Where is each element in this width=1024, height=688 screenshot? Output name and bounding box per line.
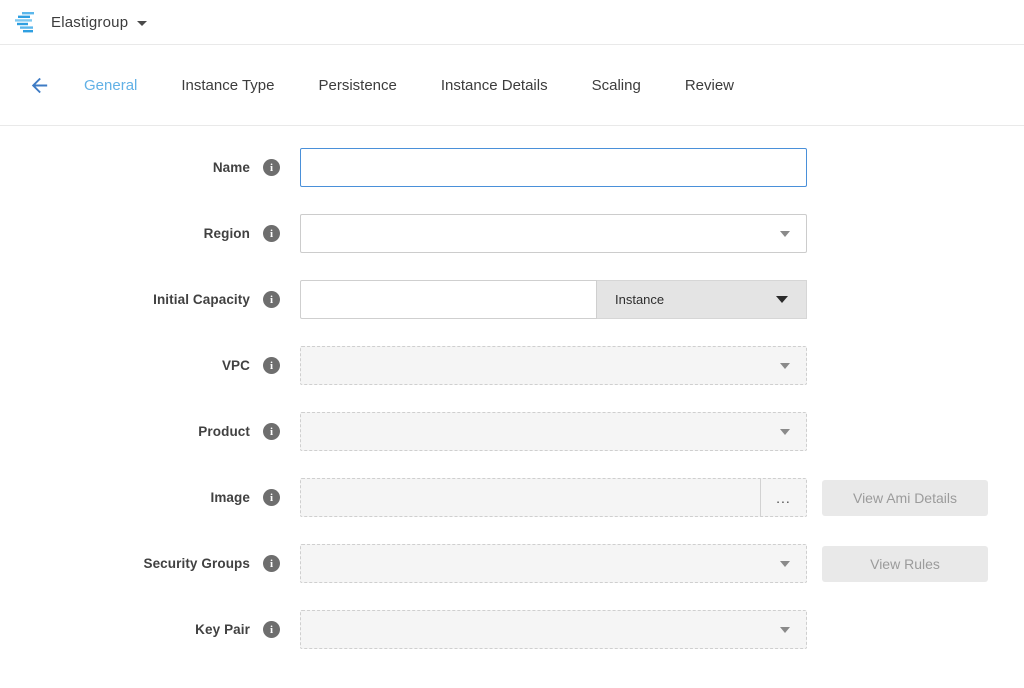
vpc-info-icon[interactable]: i	[263, 357, 280, 374]
wizard-tabs: General Instance Type Persistence Instan…	[84, 77, 778, 94]
vpc-select	[300, 346, 807, 385]
region-select[interactable]	[300, 214, 807, 253]
vpc-label: VPC	[0, 358, 250, 373]
key-pair-info-icon[interactable]: i	[263, 621, 280, 638]
tab-instance-details[interactable]: Instance Details	[441, 77, 548, 94]
tab-scaling[interactable]: Scaling	[592, 77, 641, 94]
name-input[interactable]	[300, 148, 807, 187]
top-bar: Elastigroup	[0, 0, 1024, 45]
back-arrow-icon	[28, 74, 51, 97]
elastigroup-logo-icon	[14, 11, 40, 33]
chevron-down-icon	[780, 363, 790, 369]
image-label: Image	[0, 490, 250, 505]
initial-capacity-label: Initial Capacity	[0, 292, 250, 307]
name-info-icon[interactable]: i	[263, 159, 280, 176]
image-input-value	[301, 479, 760, 516]
initial-capacity-info-icon[interactable]: i	[263, 291, 280, 308]
form-row-image: Image i ... View Ami Details	[0, 478, 1024, 517]
wizard-tab-bar: General Instance Type Persistence Instan…	[0, 45, 1024, 126]
tab-general[interactable]: General	[84, 77, 137, 94]
tab-review[interactable]: Review	[685, 77, 734, 94]
key-pair-select	[300, 610, 807, 649]
product-info-icon[interactable]: i	[263, 423, 280, 440]
form-row-name: Name i	[0, 148, 1024, 187]
view-ami-details-button[interactable]: View Ami Details	[822, 480, 988, 516]
initial-capacity-input[interactable]	[300, 280, 597, 319]
chevron-down-icon	[780, 231, 790, 237]
view-rules-button[interactable]: View Rules	[822, 546, 988, 582]
form-row-key-pair: Key Pair i	[0, 610, 1024, 649]
security-groups-select	[300, 544, 807, 583]
name-label: Name	[0, 160, 250, 175]
app-switcher-caret-icon[interactable]	[137, 21, 147, 26]
form-row-initial-capacity: Initial Capacity i Instance	[0, 280, 1024, 319]
chevron-down-icon	[780, 561, 790, 567]
product-select	[300, 412, 807, 451]
chevron-down-icon	[776, 296, 788, 303]
form-row-vpc: VPC i	[0, 346, 1024, 385]
image-input: ...	[300, 478, 807, 517]
image-info-icon[interactable]: i	[263, 489, 280, 506]
general-form: Name i Region i Initial Capacity i Insta…	[0, 126, 1024, 649]
chevron-down-icon	[780, 627, 790, 633]
capacity-unit-value: Instance	[615, 292, 776, 307]
form-row-security-groups: Security Groups i View Rules	[0, 544, 1024, 583]
form-row-product: Product i	[0, 412, 1024, 451]
region-label: Region	[0, 226, 250, 241]
security-groups-label: Security Groups	[0, 556, 250, 571]
security-groups-info-icon[interactable]: i	[263, 555, 280, 572]
app-switcher-label[interactable]: Elastigroup	[51, 14, 128, 31]
chevron-down-icon	[780, 429, 790, 435]
key-pair-label: Key Pair	[0, 622, 250, 637]
image-browse-button[interactable]: ...	[760, 479, 806, 516]
tab-instance-type[interactable]: Instance Type	[181, 77, 274, 94]
capacity-unit-select[interactable]: Instance	[597, 280, 807, 319]
region-info-icon[interactable]: i	[263, 225, 280, 242]
product-label: Product	[0, 424, 250, 439]
tab-persistence[interactable]: Persistence	[319, 77, 397, 94]
form-row-region: Region i	[0, 214, 1024, 253]
back-button[interactable]	[26, 72, 52, 98]
